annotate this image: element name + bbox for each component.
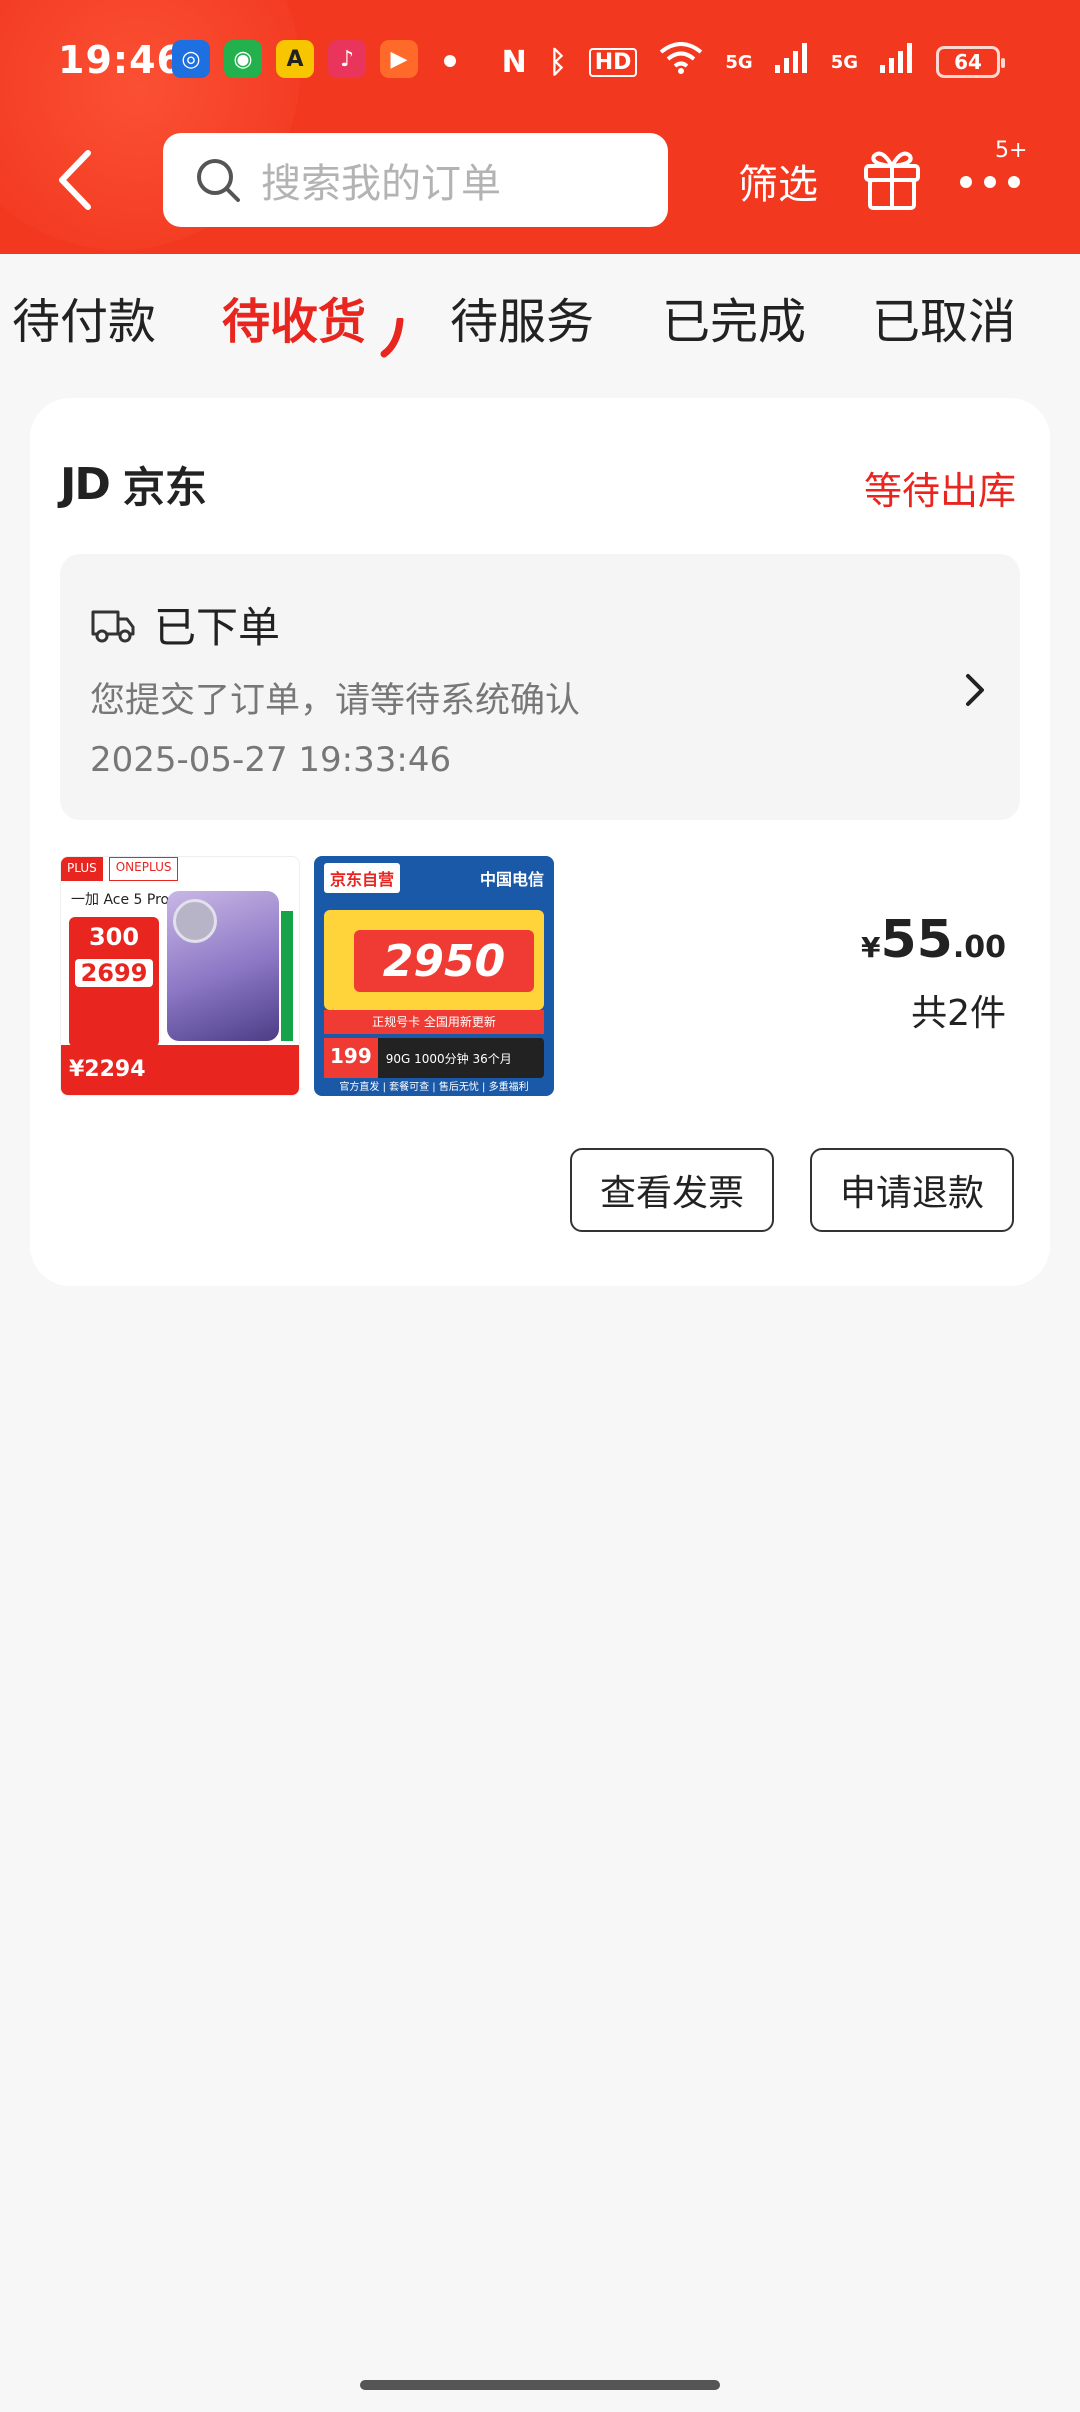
jd-logo: JD — [60, 459, 111, 510]
system-icons: N ᛒ HD 5G 5G 64 — [501, 42, 1005, 82]
search-icon — [197, 159, 240, 202]
header-bar: 19:46 ◎ ◉ A ♪ ▶ N ᛒ HD 5G 5G 64 搜索我的订单 筛… — [0, 0, 1080, 254]
hd-icon: HD — [588, 47, 638, 77]
order-summary: ¥55.00 共2件 — [861, 910, 1006, 1036]
thumb-price-box: 300 2699 — [69, 917, 159, 1047]
china-telecom-logo: 中国电信 — [479, 870, 544, 889]
search-input[interactable]: 搜索我的订单 — [163, 133, 668, 227]
app-notification-icon: A — [276, 40, 314, 78]
tracking-description: 您提交了订单，请等待系统确认 — [90, 681, 581, 721]
item-count: 共2件 — [911, 993, 1006, 1034]
product-thumbnails[interactable]: PLUS ONEPLUS 一加 Ace 5 Pro 300 2699 ¥2294… — [60, 856, 554, 1096]
currency-symbol: ¥ — [860, 931, 881, 964]
thumb-brand-badge: ONEPLUS — [108, 857, 179, 881]
signal-bars-icon — [880, 43, 914, 81]
phone-camera-image — [173, 899, 217, 943]
video-app-icon: ▶ — [380, 40, 418, 78]
status-time: 19:46 — [58, 38, 184, 82]
filter-button[interactable]: 筛选 — [738, 152, 818, 210]
jd-self-operated-badge: 京东自营 — [324, 863, 401, 893]
bluetooth-icon: ᛒ — [548, 44, 567, 80]
tab-pending-payment[interactable]: 待付款 — [12, 282, 156, 352]
order-tabs: 待付款 待收货 待服务 已完成 已取消 — [0, 254, 1080, 372]
order-status: 等待出库 — [863, 469, 1016, 513]
search-placeholder: 搜索我的订单 — [261, 161, 501, 207]
delivery-truck-icon — [91, 610, 135, 642]
request-refund-button[interactable]: 申请退款 — [810, 1148, 1014, 1232]
tab-pending-service[interactable]: 待服务 — [450, 282, 594, 352]
gift-button[interactable] — [860, 142, 924, 212]
thumb-price: 2699 — [75, 959, 153, 987]
back-arrow-icon — [59, 150, 91, 210]
thumb-strip-text: 正规号卡 全国用新更新 — [324, 1010, 544, 1034]
thumb-plan-row: 199 90G 1000分钟 36个月 — [324, 1038, 544, 1078]
order-card[interactable]: JD 京东 等待出库 已下单 您提交了订单，请等待系统确认 2025-05-27… — [30, 398, 1050, 1286]
more-notifications-dot — [444, 55, 456, 67]
thumb-green-strip — [281, 911, 293, 1041]
tab-pending-receipt[interactable]: 待收货 — [222, 282, 366, 352]
thumb-top-badges: PLUS ONEPLUS — [61, 857, 299, 881]
thumb-model-name: 一加 Ace 5 Pro — [71, 892, 170, 908]
chevron-right-icon — [966, 674, 984, 706]
thumb-final-price: ¥2294 — [61, 1045, 299, 1095]
app-notification-icon: ◎ — [172, 40, 210, 78]
tab-cancelled[interactable]: 已取消 — [872, 282, 1016, 352]
music-app-icon: ♪ — [328, 40, 366, 78]
thumb-plus-badge: PLUS — [61, 857, 103, 881]
gift-icon — [864, 151, 920, 210]
status-bar: 19:46 ◎ ◉ A ♪ ▶ N ᛒ HD 5G 5G 64 — [0, 0, 1080, 120]
thumb-plan-details: 90G 1000分钟 36个月 — [385, 1051, 512, 1066]
thumb-discount: 300 — [88, 923, 140, 951]
thumb-plan-price: 199 — [324, 1038, 378, 1078]
nfc-icon: N — [501, 44, 527, 80]
shop-header[interactable]: JD 京东 — [60, 454, 207, 515]
thumb-header: 京东自营 中国电信 — [314, 856, 554, 900]
notification-app-icons: ◎ ◉ A ♪ ▶ — [172, 40, 418, 78]
thumb-big-number: 2950 — [354, 930, 534, 992]
active-tab-indicator — [380, 318, 404, 358]
wifi-icon — [659, 42, 703, 82]
tab-completed[interactable]: 已完成 — [662, 282, 806, 352]
signal-bars-icon — [774, 43, 809, 81]
tracking-panel[interactable]: 已下单 您提交了订单，请等待系统确认 2025-05-27 19:33:46 — [60, 554, 1020, 820]
back-button[interactable] — [50, 145, 110, 215]
home-indicator[interactable] — [360, 2380, 720, 2390]
view-invoice-button[interactable]: 查看发票 — [570, 1148, 774, 1232]
tracking-title-row: 已下单 — [90, 594, 280, 655]
price-integer: 55 — [880, 910, 953, 970]
thumb-footer: 官方直发 | 套餐可查 | 售后无忧 | 多重福利 — [339, 1082, 529, 1093]
tracking-title: 已下单 — [154, 603, 281, 652]
shop-name: 京东 — [122, 463, 207, 512]
battery-icon: 64 — [936, 46, 1005, 78]
price-decimal: .00 — [952, 930, 1006, 965]
order-price: ¥55.00 — [861, 910, 1006, 970]
product-thumbnail-phone[interactable]: PLUS ONEPLUS 一加 Ace 5 Pro 300 2699 ¥2294 — [60, 856, 300, 1096]
tracking-time: 2025-05-27 19:33:46 — [90, 740, 452, 780]
signal-5g-icon: 5G — [830, 51, 858, 73]
app-notification-icon: ◉ — [224, 40, 262, 78]
signal-5g-icon: 5G — [725, 51, 753, 73]
more-badge: 5+ — [995, 138, 1028, 163]
product-thumbnail-simcard[interactable]: 京东自营 中国电信 2950 正规号卡 全国用新更新 199 90G 1000分… — [314, 856, 554, 1096]
